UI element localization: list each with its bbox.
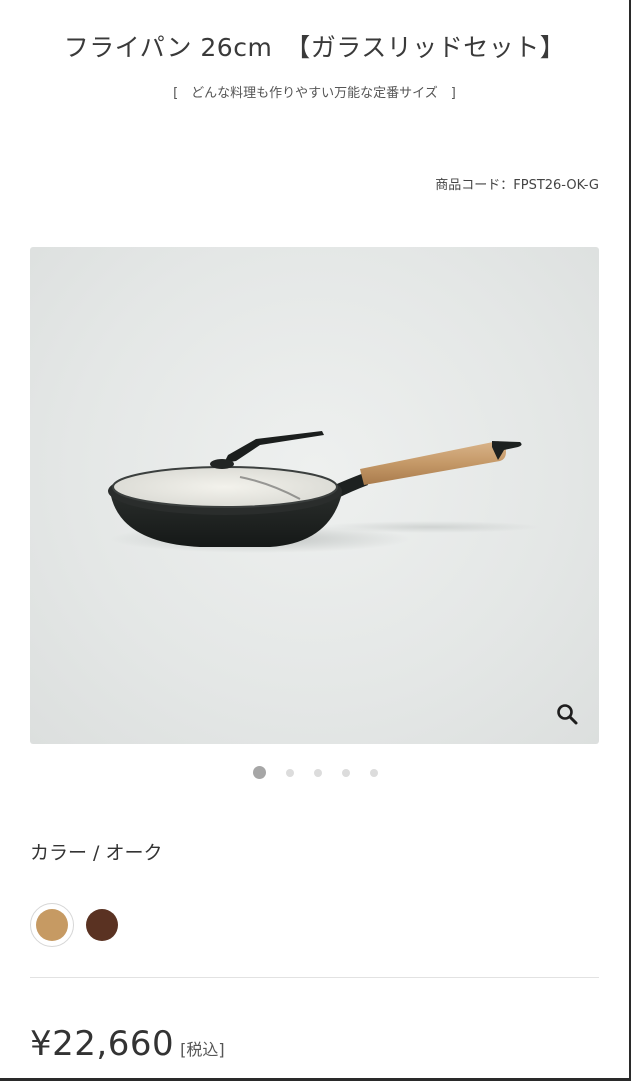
swatch-fill	[86, 909, 118, 941]
gallery-dot-2[interactable]	[286, 768, 294, 777]
frying-pan-image	[108, 431, 540, 553]
color-label: カラー / オーク	[30, 842, 163, 864]
search-icon[interactable]	[555, 702, 579, 726]
color-swatch-dark[interactable]	[80, 903, 124, 947]
swatch-fill	[36, 909, 68, 941]
product-image[interactable]	[30, 247, 599, 744]
divider	[30, 977, 599, 978]
gallery-dot-3[interactable]	[314, 768, 322, 777]
price-value: ¥22,660	[30, 1024, 175, 1064]
gallery-dot-4[interactable]	[342, 768, 350, 777]
product-code: 商品コード：FPST26-OK-G	[435, 178, 599, 193]
gallery-dot-1[interactable]	[253, 766, 266, 779]
price: ¥22,660 [税込]	[30, 1024, 225, 1064]
price-tax-label: [税込]	[180, 1040, 225, 1059]
color-swatch-oak[interactable]	[30, 903, 74, 947]
product-subtitle: [ どんな料理も作りやすい万能な定番サイズ ]	[173, 86, 456, 101]
product-title: フライパン 26cm 【ガラスリッドセット】	[63, 33, 566, 62]
gallery-pagination	[0, 766, 631, 779]
gallery-dot-5[interactable]	[370, 768, 378, 777]
